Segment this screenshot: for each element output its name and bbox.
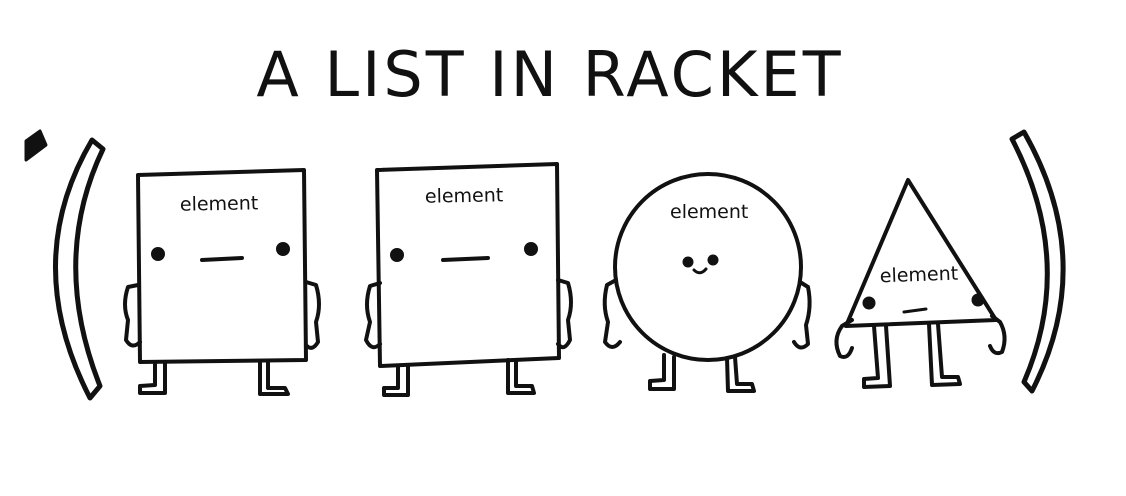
diagram-canvas: A LIST IN RACKET element element element… [0,0,1126,496]
element-label: element [425,184,504,207]
close-paren-icon [1009,129,1066,394]
open-paren-icon [53,137,106,401]
quote-mark-icon [24,129,48,162]
element-label: element [670,201,748,223]
element-label: element [879,263,958,288]
element-label: element [180,192,259,215]
diagram-svg: element element element element [24,129,1066,401]
